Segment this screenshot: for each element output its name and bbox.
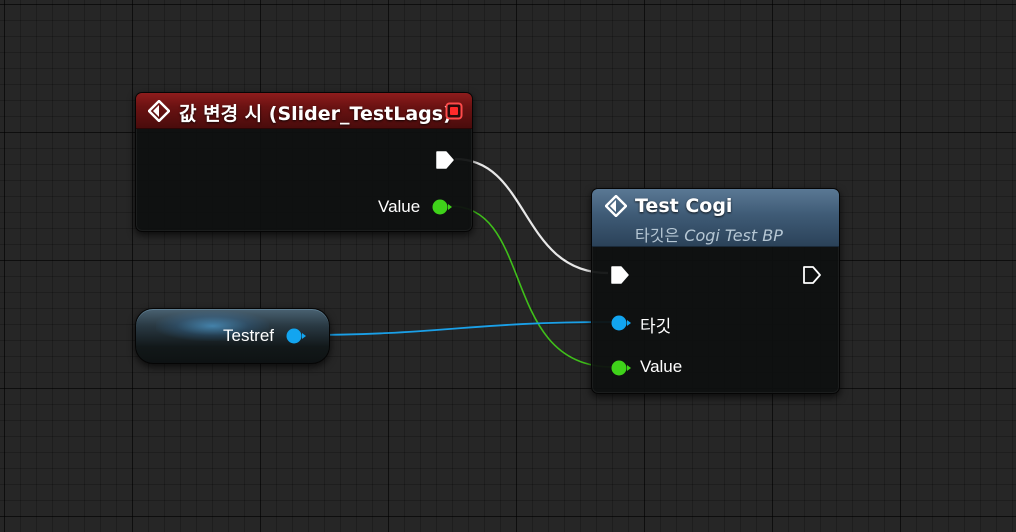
event-diamond-icon <box>148 100 170 122</box>
function-node-title: Test Cogi <box>635 195 733 217</box>
variable-label: Testref <box>223 326 275 345</box>
variable-node-testref[interactable]: Testref <box>135 308 330 364</box>
function-node-header[interactable]: Test Cogi 타깃은 Cogi Test BP <box>592 189 839 247</box>
exec-in-pin[interactable] <box>610 265 630 285</box>
target-pin-label: 타깃 <box>640 317 672 336</box>
target-in-pin[interactable] <box>610 314 632 332</box>
event-node-title: 값 변경 시 (Slider_TestLags) <box>179 103 452 125</box>
exec-out-pin[interactable] <box>435 150 455 170</box>
event-node-header[interactable]: 값 변경 시 (Slider_TestLags) <box>136 93 472 129</box>
subtitle-prefix: 타깃은 <box>635 226 680 245</box>
subtitle-target: Cogi Test BP <box>684 226 783 245</box>
value-out-pin[interactable] <box>431 198 453 216</box>
value-pin-label: Value <box>640 357 683 376</box>
function-node-subtitle: 타깃은 Cogi Test BP <box>635 222 783 246</box>
value-in-pin[interactable] <box>610 359 632 377</box>
value-out-label: Value <box>378 197 421 216</box>
blueprint-graph-canvas[interactable] <box>0 0 1016 532</box>
event-node-on-value-changed[interactable]: 값 변경 시 (Slider_TestLags) Value <box>135 92 473 232</box>
function-node-test-cogi[interactable]: Test Cogi 타깃은 Cogi Test BP 타깃 Value <box>591 188 840 394</box>
exec-out-pin-unconnected[interactable] <box>802 265 822 285</box>
stop-square-icon[interactable] <box>445 102 463 120</box>
object-ref-pin[interactable] <box>285 327 307 345</box>
function-diamond-icon <box>605 195 627 217</box>
